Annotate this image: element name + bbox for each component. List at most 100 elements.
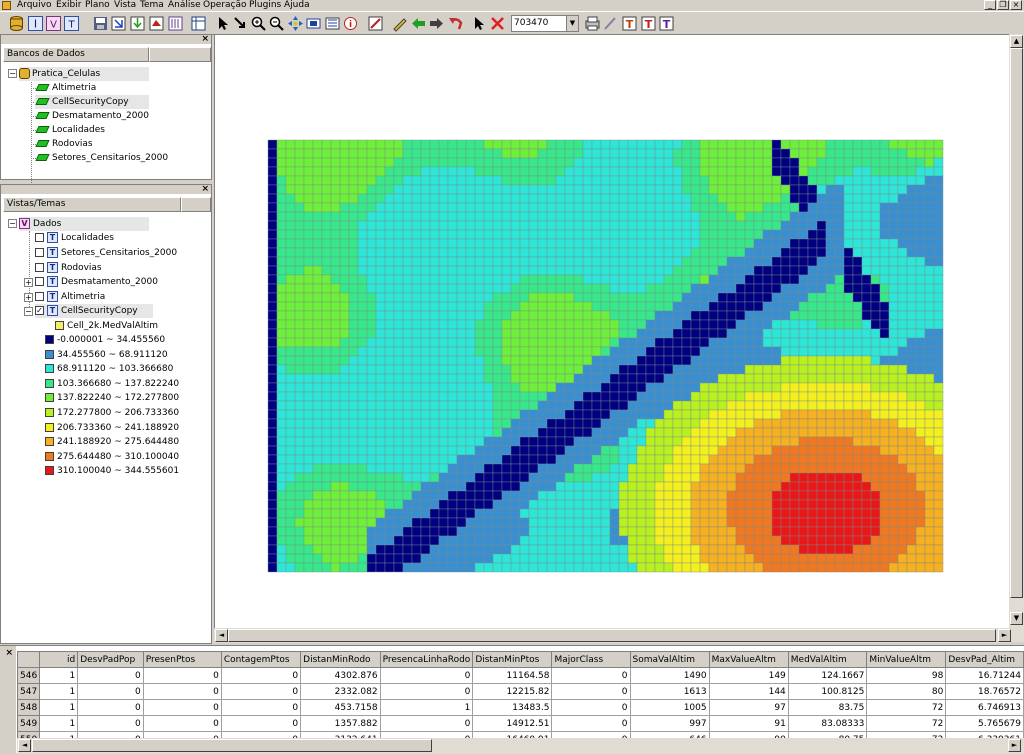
table-cell[interactable]: 83.75	[787, 699, 868, 716]
table-row[interactable]: 549 1 0 0 0 1357.882 0 14912.51 0 997 91 83.08333 72…	[16, 715, 1024, 732]
layer-altimetria[interactable]: Altimetria	[35, 81, 96, 95]
close-icon[interactable]: ×	[201, 35, 209, 44]
table-cell[interactable]: 0	[551, 699, 631, 716]
theme-checkbox[interactable]	[35, 233, 44, 242]
forward-icon[interactable]	[428, 15, 445, 32]
column-header[interactable]: DesvPadPop	[77, 651, 144, 668]
menu-plano[interactable]: Plano	[85, 0, 110, 11]
table-cell[interactable]: 0	[379, 715, 474, 732]
table-cell[interactable]: 4302.876	[300, 667, 381, 684]
table-cell[interactable]: 72	[866, 715, 947, 732]
table-cell[interactable]: 13483.5	[472, 699, 553, 716]
draw-icon[interactable]	[391, 15, 408, 32]
table-cell[interactable]: 0	[551, 667, 631, 684]
table-cell[interactable]: 1	[39, 715, 79, 732]
menu-vista[interactable]: Vista	[114, 0, 136, 11]
map-view[interactable]	[214, 34, 1010, 642]
map-vertical-scrollbar[interactable]: ▲ ▼	[1009, 34, 1024, 642]
row-id-cell[interactable]: 549	[16, 715, 41, 732]
table-cell[interactable]: 0	[220, 683, 302, 700]
zoom-in-icon[interactable]	[250, 15, 267, 32]
theme-checkbox[interactable]	[35, 263, 44, 272]
table-cell[interactable]: 14912.51	[472, 715, 553, 732]
row-id-cell[interactable]: 547	[16, 683, 41, 700]
table-cell[interactable]: 0	[77, 715, 144, 732]
layer-desmatamento[interactable]: Desmatamento_2000	[35, 109, 149, 123]
layer-cellsecuritycopy[interactable]: CellSecurityCopy	[35, 95, 149, 109]
theme-checkbox[interactable]	[35, 292, 44, 301]
table-cell[interactable]: 72	[866, 699, 947, 716]
table-cell[interactable]: 453.7158	[300, 699, 381, 716]
zoom-scale-select[interactable]: 703470 ▼	[511, 15, 579, 32]
column-header[interactable]: MajorClass	[551, 651, 631, 668]
tree-expand-icon[interactable]: +	[24, 293, 33, 302]
table-cell[interactable]: 1613	[629, 683, 710, 700]
table-row[interactable]: 547 1 0 0 0 2332.082 0 12215.82 0 1613 144 100.8125…	[16, 683, 1024, 700]
print-icon[interactable]	[584, 15, 601, 32]
table-cell[interactable]: 0	[142, 699, 222, 716]
chevron-down-icon[interactable]: ▼	[566, 16, 578, 31]
theme-checkbox[interactable]	[35, 277, 44, 286]
table-cell[interactable]: 1	[39, 667, 79, 684]
table-cell[interactable]: 12215.82	[472, 683, 553, 700]
table-cell[interactable]: 144	[708, 683, 789, 700]
map-horizontal-scrollbar[interactable]: ◄ ►	[214, 628, 1011, 643]
table-cell[interactable]: 91	[708, 715, 789, 732]
info-red-icon[interactable]: i	[342, 15, 359, 32]
raster-map[interactable]	[215, 35, 1011, 643]
scroll-thumb[interactable]	[1010, 48, 1023, 598]
database-icon[interactable]	[8, 15, 25, 32]
query-icon[interactable]	[167, 15, 184, 32]
table-row[interactable]: 548 1 0 0 0 453.7158 1 13483.5 0 1005 97 83.75 72 6.7…	[16, 699, 1024, 716]
table-cell[interactable]: 0	[551, 715, 631, 732]
theme-cellsecuritycopy[interactable]: ✓ T CellSecurityCopy	[35, 304, 153, 318]
row-id-cell[interactable]: 548	[16, 699, 41, 716]
close-icon[interactable]: ×	[1010, 0, 1022, 10]
text-style-icon[interactable]: T	[640, 15, 657, 32]
undo-icon[interactable]	[447, 15, 464, 32]
scroll-right-icon[interactable]: ►	[998, 629, 1011, 642]
menu-exibir[interactable]: Exibir	[56, 0, 81, 11]
grid-icon[interactable]	[190, 15, 207, 32]
menu-analise[interactable]: Análise	[168, 0, 201, 11]
table-cell[interactable]: 83.08333	[787, 715, 868, 732]
theme-localidades[interactable]: T Localidades	[35, 231, 114, 245]
table-row[interactable]: 546 1 0 0 0 4302.876 0 11164.58 0 1490 149 124.1667…	[16, 667, 1024, 684]
theme-icon[interactable]: I	[27, 15, 44, 32]
zoom-out-icon[interactable]	[268, 15, 285, 32]
table-cell[interactable]: 1005	[629, 699, 710, 716]
theme-desmatamento[interactable]: T Desmatamento_2000	[35, 275, 158, 289]
back-icon[interactable]	[410, 15, 427, 32]
table-cell[interactable]: 0	[220, 715, 302, 732]
column-header[interactable]: DistanMinPtos	[472, 651, 553, 668]
theme-setores[interactable]: T Setores_Censitarios_2000	[35, 246, 177, 260]
scroll-thumb[interactable]	[228, 629, 996, 642]
pointer-icon[interactable]	[214, 15, 231, 32]
map-icon[interactable]: T	[63, 15, 80, 32]
theme-checkbox-checked[interactable]: ✓	[35, 306, 44, 315]
menu-ajuda[interactable]: Ajuda	[284, 0, 310, 11]
close-icon[interactable]: ×	[5, 649, 13, 658]
table-cell[interactable]: 997	[629, 715, 710, 732]
table-cell[interactable]: 0	[142, 683, 222, 700]
column-header[interactable]: DesvPad_Altim	[945, 651, 1024, 668]
layer-icon[interactable]	[148, 15, 165, 32]
table-cell[interactable]: 1	[39, 699, 79, 716]
layer-localidades[interactable]: Localidades	[35, 123, 105, 137]
tree-collapse-icon[interactable]: −	[8, 69, 17, 78]
table-cell[interactable]: 18.76572	[945, 683, 1024, 700]
table-cell[interactable]: 97	[708, 699, 789, 716]
tree-expand-icon[interactable]: +	[24, 278, 33, 287]
table-cell[interactable]: 0	[77, 683, 144, 700]
table-cell[interactable]: 98	[866, 667, 947, 684]
row-id-cell[interactable]: 546	[16, 667, 41, 684]
edit-icon[interactable]	[367, 15, 384, 32]
import-icon[interactable]	[110, 15, 127, 32]
table-cell[interactable]: 100.8125	[787, 683, 868, 700]
cursor-icon[interactable]	[470, 15, 487, 32]
restore-icon[interactable]: ❐	[997, 0, 1009, 10]
pan-icon[interactable]	[287, 15, 304, 32]
table-cell[interactable]: 5.765679	[945, 715, 1024, 732]
scroll-up-icon[interactable]: ▲	[1010, 35, 1023, 48]
layer-setores[interactable]: Setores_Censitarios_2000	[35, 151, 168, 165]
